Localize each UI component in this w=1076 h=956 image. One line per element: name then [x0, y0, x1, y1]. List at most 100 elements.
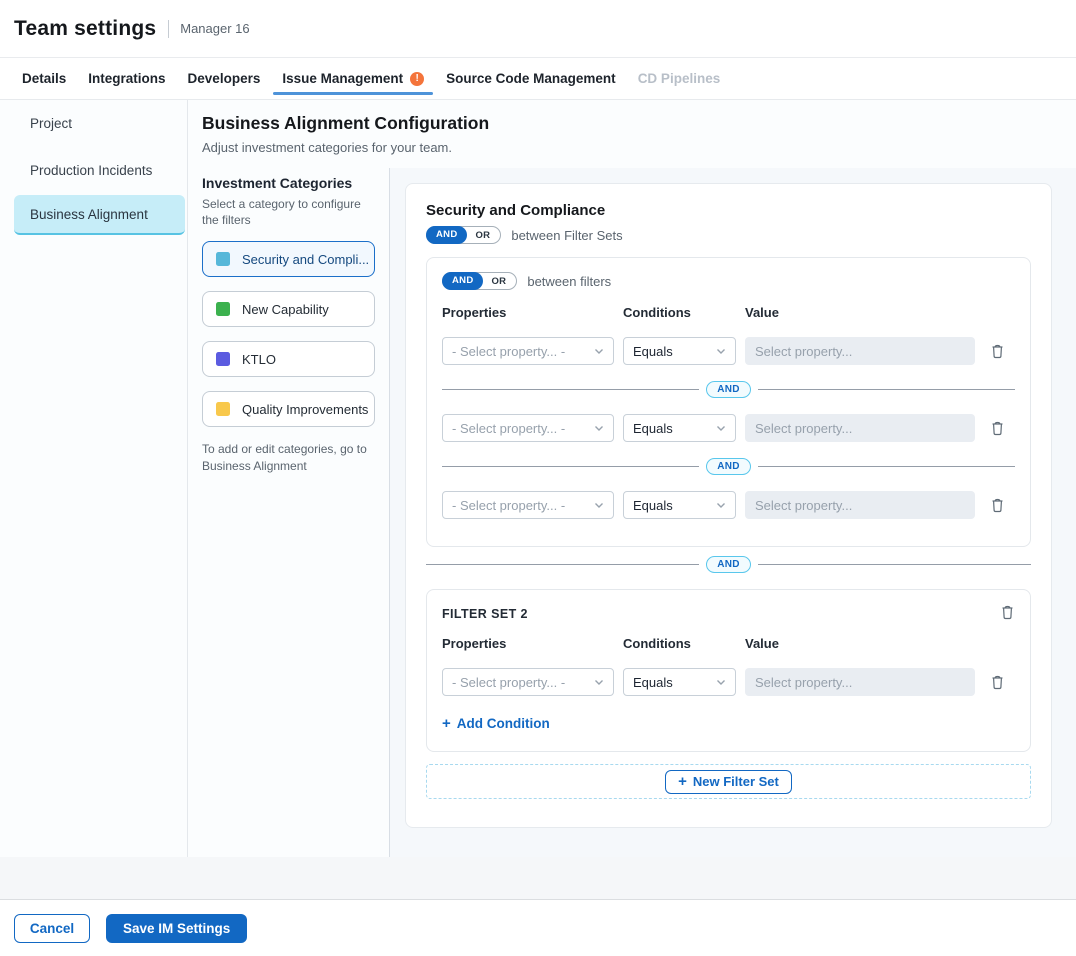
and-toggle-segment[interactable]: AND	[426, 226, 467, 244]
category-color-swatch	[216, 252, 230, 266]
filter-row: - Select property... - Equals	[442, 337, 1015, 365]
settings-content: Project Production Incidents Business Al…	[0, 100, 1076, 857]
and-connector-pill: AND	[706, 381, 751, 398]
condition-select[interactable]: Equals	[623, 414, 736, 442]
filter-set-2-card: FILTER SET 2 Properties Conditions Value	[426, 589, 1031, 752]
value-input[interactable]	[745, 414, 975, 442]
sidebar-item-business-alignment[interactable]: Business Alignment	[14, 195, 185, 235]
filter-column-headers: Properties Conditions Value	[442, 305, 1015, 320]
category-color-swatch	[216, 352, 230, 366]
category-quality-improvements[interactable]: Quality Improvements	[202, 391, 375, 427]
condition-select[interactable]: Equals	[623, 337, 736, 365]
save-im-settings-button[interactable]: Save IM Settings	[106, 914, 247, 943]
filters-and-or-toggle[interactable]: AND OR	[442, 272, 517, 290]
category-filters-panel: Security and Compliance AND OR between F…	[405, 183, 1052, 828]
trash-icon	[990, 497, 1005, 513]
settings-sidebar: Project Production Incidents Business Al…	[0, 100, 188, 857]
and-connector-pill: AND	[706, 556, 751, 573]
tab-issue-management[interactable]: Issue Management !	[271, 58, 435, 99]
property-select[interactable]: - Select property... -	[442, 414, 614, 442]
chevron-down-icon	[593, 345, 605, 357]
property-select[interactable]: - Select property... -	[442, 491, 614, 519]
delete-filter-button[interactable]	[990, 420, 1005, 436]
categories-footnote: To add or edit categories, go to Busines…	[202, 441, 374, 475]
or-toggle-segment[interactable]: OR	[483, 276, 516, 287]
plus-icon: +	[442, 716, 451, 731]
selected-category-title: Security and Compliance	[426, 202, 1031, 219]
filters-main-area: Security and Compliance AND OR between F…	[390, 168, 1076, 857]
and-between-sets-connector: AND	[426, 556, 1031, 573]
sidebar-item-project[interactable]: Project	[14, 101, 185, 146]
cancel-button[interactable]: Cancel	[14, 914, 90, 943]
value-input[interactable]	[745, 337, 975, 365]
value-column-header: Value	[745, 305, 975, 320]
filter-column-headers: Properties Conditions Value	[442, 636, 1015, 651]
value-column-header: Value	[745, 636, 975, 651]
category-security-and-compliance[interactable]: Security and Compli...	[202, 241, 375, 277]
condition-select[interactable]: Equals	[623, 668, 736, 696]
properties-column-header: Properties	[442, 636, 614, 651]
filter-row: - Select property... - Equals	[442, 414, 1015, 442]
new-filter-set-button[interactable]: + New Filter Set	[665, 770, 792, 794]
filter-set-1-card: AND OR between filters Properties Condit…	[426, 257, 1031, 547]
add-condition-button[interactable]: + Add Condition	[442, 716, 550, 731]
tab-developers[interactable]: Developers	[177, 58, 272, 99]
chevron-down-icon	[715, 676, 727, 688]
condition-select[interactable]: Equals	[623, 491, 736, 519]
or-toggle-segment[interactable]: OR	[467, 230, 500, 241]
chevron-down-icon	[593, 676, 605, 688]
conditions-column-header: Conditions	[623, 636, 736, 651]
config-title: Business Alignment Configuration	[202, 113, 1076, 134]
filter-sets-and-or-toggle[interactable]: AND OR	[426, 226, 501, 244]
page-header: Team settings Manager 16	[0, 0, 1076, 58]
chevron-down-icon	[593, 499, 605, 511]
title-divider	[168, 20, 169, 38]
investment-categories-panel: Investment Categories Select a category …	[188, 168, 390, 857]
and-connector-pill: AND	[706, 458, 751, 475]
warning-icon: !	[410, 72, 424, 86]
settings-footer: Cancel Save IM Settings	[0, 900, 1076, 956]
property-select[interactable]: - Select property... -	[442, 337, 614, 365]
plus-icon: +	[678, 774, 687, 789]
config-subtitle: Adjust investment categories for your te…	[202, 140, 1076, 155]
team-name-label: Manager 16	[180, 21, 249, 36]
and-connector: AND	[442, 381, 1015, 398]
category-list: Security and Compli... New Capability KT…	[202, 241, 375, 427]
and-toggle-segment[interactable]: AND	[442, 272, 483, 290]
tab-details[interactable]: Details	[11, 58, 77, 99]
trash-icon	[990, 420, 1005, 436]
delete-filter-set-button[interactable]	[1000, 604, 1015, 620]
properties-column-header: Properties	[442, 305, 614, 320]
trash-icon	[1000, 604, 1015, 620]
conditions-column-header: Conditions	[623, 305, 736, 320]
sidebar-item-production-incidents[interactable]: Production Incidents	[14, 148, 185, 193]
filter-row: - Select property... - Equals	[442, 668, 1015, 696]
property-select[interactable]: - Select property... -	[442, 668, 614, 696]
business-alignment-config: Business Alignment Configuration Adjust …	[188, 100, 1076, 857]
chevron-down-icon	[715, 422, 727, 434]
chevron-down-icon	[593, 422, 605, 434]
trash-icon	[990, 674, 1005, 690]
between-filter-sets-label: between Filter Sets	[511, 228, 622, 243]
filter-row: - Select property... - Equals	[442, 491, 1015, 519]
content-bottom-strip	[0, 857, 1076, 900]
new-filter-set-dropzone: + New Filter Set	[426, 764, 1031, 799]
delete-filter-button[interactable]	[990, 674, 1005, 690]
config-header: Business Alignment Configuration Adjust …	[188, 100, 1076, 155]
value-input[interactable]	[745, 668, 975, 696]
investment-categories-title: Investment Categories	[202, 175, 375, 191]
tab-integrations[interactable]: Integrations	[77, 58, 176, 99]
page-title: Team settings	[14, 17, 156, 41]
between-filters-label: between filters	[527, 274, 611, 289]
trash-icon	[990, 343, 1005, 359]
tab-cd-pipelines: CD Pipelines	[627, 58, 732, 99]
value-input[interactable]	[745, 491, 975, 519]
investment-categories-description: Select a category to configure the filte…	[202, 196, 370, 228]
delete-filter-button[interactable]	[990, 497, 1005, 513]
delete-filter-button[interactable]	[990, 343, 1005, 359]
category-color-swatch	[216, 402, 230, 416]
category-ktlo[interactable]: KTLO	[202, 341, 375, 377]
settings-tab-bar: Details Integrations Developers Issue Ma…	[0, 58, 1076, 100]
tab-source-code-management[interactable]: Source Code Management	[435, 58, 627, 99]
category-new-capability[interactable]: New Capability	[202, 291, 375, 327]
